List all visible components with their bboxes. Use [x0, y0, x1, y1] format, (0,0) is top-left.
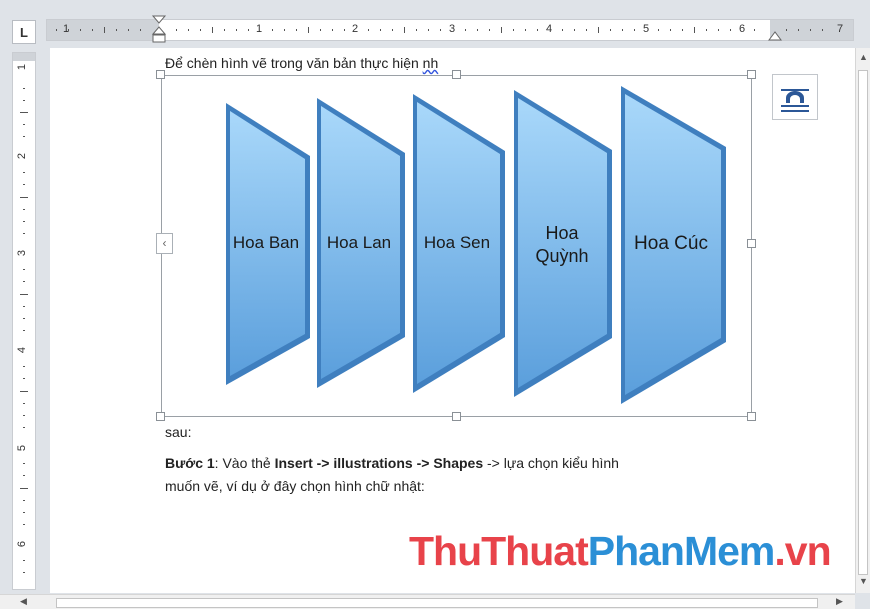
horizontal-scroll-thumb[interactable]	[56, 598, 818, 608]
ruler-ticks	[56, 27, 823, 33]
resize-handle[interactable]	[747, 70, 756, 79]
watermark-part: .vn	[774, 528, 831, 574]
layout-options-icon	[781, 89, 809, 112]
resize-handle[interactable]	[747, 239, 756, 248]
step-label: Bước 1	[165, 455, 215, 471]
right-indent-marker[interactable]	[767, 28, 783, 44]
watermark-part: PhanMem	[587, 528, 776, 574]
horizontal-ruler[interactable]: 1 1 2 3 4 5 6 7	[46, 15, 854, 44]
resize-handle[interactable]	[452, 70, 461, 79]
vertical-scrollbar[interactable]: ▲ ▼	[855, 48, 870, 593]
arrow-up-icon[interactable]: ▲	[856, 52, 870, 62]
step-text: muốn vẽ, ví dụ ở đây chọn hình chữ nhật:	[165, 478, 425, 494]
spelling-error-word[interactable]: nh	[423, 55, 439, 71]
layout-options-button[interactable]	[772, 74, 818, 120]
resize-handle[interactable]	[156, 70, 165, 79]
arrow-down-icon[interactable]: ▼	[856, 576, 870, 586]
intro-text: Để chèn hình vẽ trong văn bản thực hiện	[165, 55, 423, 71]
step-path: Insert -> illustrations -> Shapes	[274, 455, 484, 471]
paragraph-step1[interactable]: Bước 1: Vào thẻ Insert -> illustrations …	[165, 452, 755, 498]
paragraph-sau[interactable]: sau:	[165, 424, 191, 440]
resize-handle[interactable]	[156, 412, 165, 421]
vertical-scroll-thumb[interactable]	[858, 70, 868, 575]
resize-handle[interactable]	[747, 412, 756, 421]
vertical-ruler[interactable]: 1 2 3 4 5 6	[12, 52, 36, 590]
shape-label: Hoa Ban	[232, 233, 300, 252]
arrow-right-icon[interactable]: ▶	[832, 596, 847, 607]
chevron-left-icon[interactable]: ‹	[156, 233, 173, 254]
tab-selector-button[interactable]: L	[12, 20, 36, 44]
step-text: -> lựa chọn kiểu hình	[483, 455, 619, 471]
watermark-logo: ThuThuatPhanMem.vn	[409, 528, 832, 575]
indent-marker[interactable]	[151, 14, 167, 44]
shape-label: Hoa Cúc	[634, 233, 708, 254]
arrow-left-icon[interactable]: ◀	[16, 596, 31, 607]
shape-label: Hoa Lan	[326, 233, 392, 252]
paragraph-intro[interactable]: Để chèn hình vẽ trong văn bản thực hiện …	[165, 55, 438, 71]
shape-label: Hoa Sen	[423, 233, 491, 252]
step-text: : Vào thẻ	[214, 455, 275, 471]
shape-label: Hoa Quỳnh	[535, 223, 589, 266]
resize-handle[interactable]	[452, 412, 461, 421]
horizontal-scrollbar[interactable]: ◀ ▶	[0, 594, 855, 609]
watermark-part: ThuThuat	[409, 528, 589, 574]
vruler-ticks	[20, 88, 28, 573]
